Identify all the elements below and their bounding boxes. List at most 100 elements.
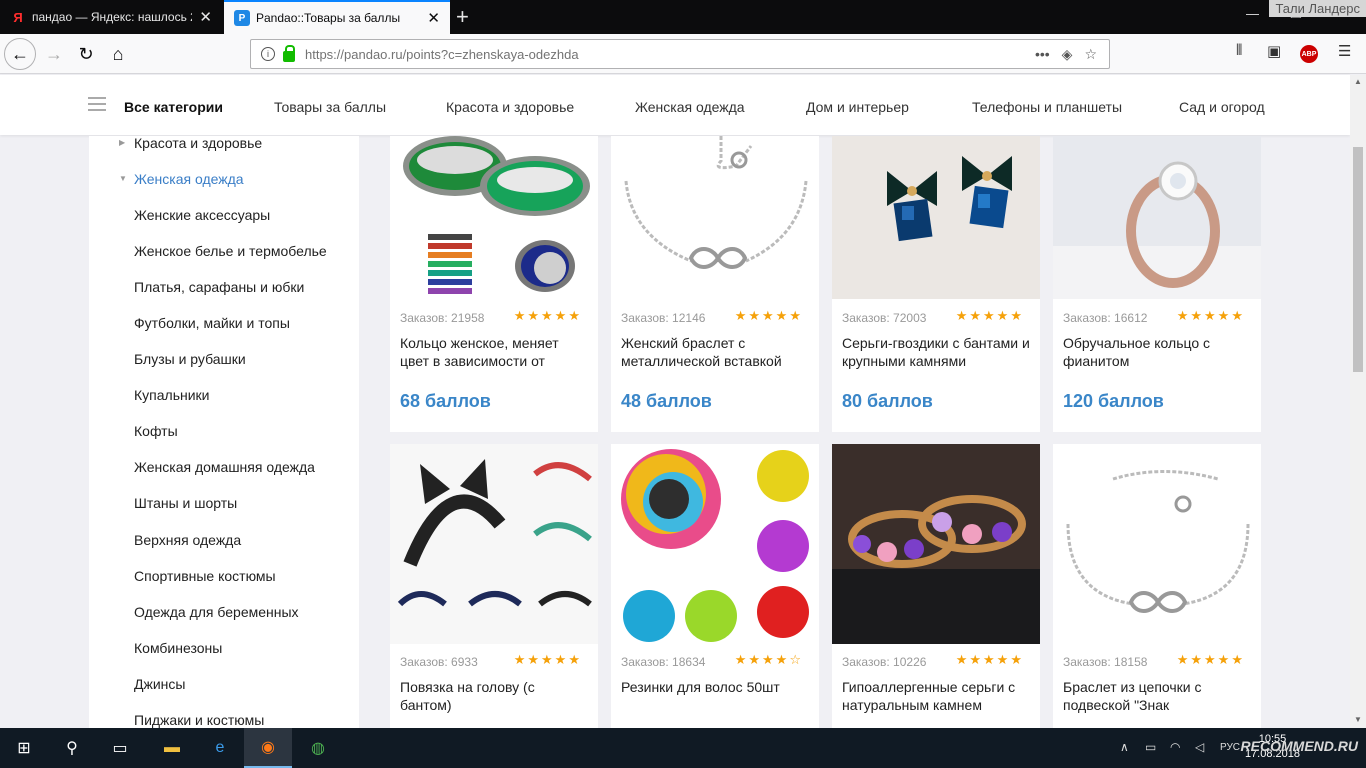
url-text[interactable]: https://pandao.ru/points?c=zhenskaya-ode… [305, 47, 1035, 62]
sidebar-item[interactable]: Женские аксессуары [134, 207, 270, 223]
address-bar[interactable]: i https://pandao.ru/points?c=zhenskaya-o… [250, 39, 1110, 69]
product-name[interactable]: Браслет из цепочки с подвеской "Знак [1063, 678, 1253, 714]
headband-image[interactable] [390, 444, 598, 644]
adblock-icon[interactable]: ABP [1300, 45, 1318, 63]
gem-earrings-image[interactable] [832, 444, 1040, 644]
product-card[interactable]: Заказов: 21958 ★★★★★ Кольцо женское, мен… [390, 136, 598, 432]
page-scrollbar[interactable]: ▲ ▼ [1350, 75, 1366, 728]
minimize-icon[interactable]: — [1246, 6, 1259, 21]
product-card[interactable]: Заказов: 10226 ★★★★★ Гипоаллергенные сер… [832, 444, 1040, 728]
library-icon[interactable]: ⫴ [1236, 42, 1242, 59]
nav-phones-tablets[interactable]: Телефоны и планшеты [972, 99, 1122, 115]
browser-tab-bar: Я пандао — Яндекс: нашлось 2 ✕ P Pandao:… [0, 0, 1366, 34]
product-card[interactable]: Заказов: 6933 ★★★★★ Повязка на голову (с… [390, 444, 598, 728]
sidebar-item-beauty-health[interactable]: Красота и здоровье [134, 136, 262, 151]
forward-button[interactable]: → [38, 38, 70, 70]
chain-bracelet-image[interactable] [1053, 444, 1261, 644]
tab-yandex[interactable]: Я пандао — Яндекс: нашлось 2 ✕ [0, 0, 222, 34]
sidebar-item[interactable]: Комбинезоны [134, 640, 222, 656]
more-actions-icon[interactable]: ••• [1035, 46, 1050, 62]
product-price: 48 баллов [621, 391, 712, 411]
sidebar-item[interactable]: Кофты [134, 423, 178, 439]
rating-stars: ★★★★★ [513, 308, 582, 323]
sidebar-item[interactable]: Футболки, майки и топы [134, 315, 290, 331]
lock-icon[interactable] [283, 44, 295, 62]
sidebar-item[interactable]: Блузы и рубашки [134, 351, 246, 367]
nav-garden[interactable]: Сад и огород [1179, 99, 1265, 115]
sidebar-item[interactable]: Женская домашняя одежда [134, 459, 315, 475]
bookmark-star-icon[interactable]: ☆ [1084, 46, 1097, 63]
product-name[interactable]: Резинки для волос 50шт [621, 678, 811, 696]
all-categories-link[interactable]: Все категории [124, 99, 223, 115]
hamburger-icon[interactable] [88, 97, 106, 111]
mood-ring-image[interactable] [390, 136, 598, 299]
product-card[interactable]: Заказов: 16612 ★★★★★ Обручальное кольцо … [1053, 136, 1261, 432]
product-name[interactable]: Гипоаллергенные серьги с натуральным кам… [842, 678, 1032, 714]
expand-arrow-icon[interactable]: ▶ [119, 138, 125, 147]
sidebar-item-womens-clothing[interactable]: Женская одежда [134, 171, 244, 187]
edge-icon[interactable]: e [196, 728, 244, 768]
sidebar-item[interactable]: Купальники [134, 387, 209, 403]
watermark: RECOMMEND.RU [1240, 738, 1358, 754]
product-name[interactable]: Обручальное кольцо с фианитом [1063, 334, 1253, 370]
nav-home-interior[interactable]: Дом и интерьер [806, 99, 909, 115]
product-card[interactable]: Заказов: 18634 ★★★★☆ Резинки для волос 5… [611, 444, 819, 728]
back-button[interactable]: ← [4, 38, 36, 70]
collapse-arrow-icon[interactable]: ▼ [119, 174, 127, 183]
sidebar-toggle-icon[interactable]: ▣ [1267, 42, 1281, 60]
tab-pandao[interactable]: P Pandao::Товары за баллы ✕ [224, 0, 450, 34]
rating-stars: ★★★★★ [734, 308, 803, 323]
menu-icon[interactable]: ☰ [1338, 42, 1351, 60]
scrollbar-thumb[interactable] [1353, 147, 1363, 372]
window-user-name: Тали Ландерс [1269, 0, 1366, 17]
tray-chevron-icon[interactable]: ∧ [1120, 740, 1129, 754]
sidebar-item[interactable]: Штаны и шорты [134, 495, 237, 511]
sidebar-item[interactable]: Спортивные костюмы [134, 568, 276, 584]
windows-taskbar: ⊞ ⚲ ▭ ▬ e ◉ ◍ ∧ ▭ ◠ ◁ РУС 10:55 17.08.20… [0, 728, 1366, 768]
home-button[interactable]: ⌂ [102, 38, 134, 70]
task-view-icon[interactable]: ▭ [96, 728, 144, 768]
sidebar-item[interactable]: Платья, сарафаны и юбки [134, 279, 304, 295]
scroll-down-icon[interactable]: ▼ [1354, 715, 1362, 724]
sidebar-item[interactable]: Женское белье и термобелье [134, 243, 327, 259]
rating-stars: ★★★★★ [955, 652, 1024, 667]
bracelet-image[interactable] [611, 136, 819, 299]
product-card[interactable]: Заказов: 12146 ★★★★★ Женский браслет с м… [611, 136, 819, 432]
chrome-icon[interactable]: ◍ [294, 728, 342, 768]
wifi-icon[interactable]: ◠ [1170, 740, 1180, 754]
file-explorer-icon[interactable]: ▬ [148, 728, 196, 768]
rating-stars: ★★★★★ [1176, 652, 1245, 667]
new-tab-icon[interactable]: + [456, 4, 469, 30]
battery-icon[interactable]: ▭ [1145, 740, 1156, 754]
pocket-icon[interactable]: ◈ [1062, 46, 1073, 63]
site-header: Все категории Товары за баллы Красота и … [0, 75, 1350, 135]
product-name[interactable]: Серьги-гвоздики с бантами и крупными кам… [842, 334, 1032, 370]
product-name[interactable]: Повязка на голову (с бантом) [400, 678, 590, 714]
sidebar-item[interactable]: Джинсы [134, 676, 185, 692]
volume-icon[interactable]: ◁ [1195, 740, 1204, 754]
sidebar-item[interactable]: Одежда для беременных [134, 604, 299, 620]
language-indicator[interactable]: РУС [1220, 742, 1240, 753]
product-name[interactable]: Кольцо женское, меняет цвет в зависимост… [400, 334, 590, 370]
close-tab-icon[interactable]: ✕ [199, 8, 212, 26]
bow-earrings-image[interactable] [832, 136, 1040, 299]
nav-beauty-health[interactable]: Красота и здоровье [446, 99, 574, 115]
product-name[interactable]: Женский браслет с металлической вставкой [621, 334, 811, 370]
product-price: 120 баллов [1063, 391, 1164, 411]
windows-start-icon[interactable]: ⊞ [0, 728, 48, 768]
close-tab-icon[interactable]: ✕ [427, 9, 440, 27]
firefox-icon[interactable]: ◉ [244, 728, 292, 768]
product-card[interactable]: Заказов: 18158 ★★★★★ Браслет из цепочки … [1053, 444, 1261, 728]
engagement-ring-image[interactable] [1053, 136, 1261, 299]
scroll-up-icon[interactable]: ▲ [1354, 77, 1362, 86]
reload-button[interactable]: ↻ [70, 38, 102, 70]
nav-points-goods[interactable]: Товары за баллы [274, 99, 386, 115]
tab-title: Pandao::Товары за баллы [256, 11, 401, 25]
sidebar-item[interactable]: Верхняя одежда [134, 532, 241, 548]
info-icon[interactable]: i [261, 47, 275, 61]
sidebar-item[interactable]: Пиджаки и костюмы [134, 712, 264, 728]
product-card[interactable]: Заказов: 72003 ★★★★★ Серьги-гвоздики с б… [832, 136, 1040, 432]
search-icon[interactable]: ⚲ [48, 728, 96, 768]
nav-womens-clothing[interactable]: Женская одежда [635, 99, 745, 115]
hair-ties-image[interactable] [611, 444, 819, 644]
